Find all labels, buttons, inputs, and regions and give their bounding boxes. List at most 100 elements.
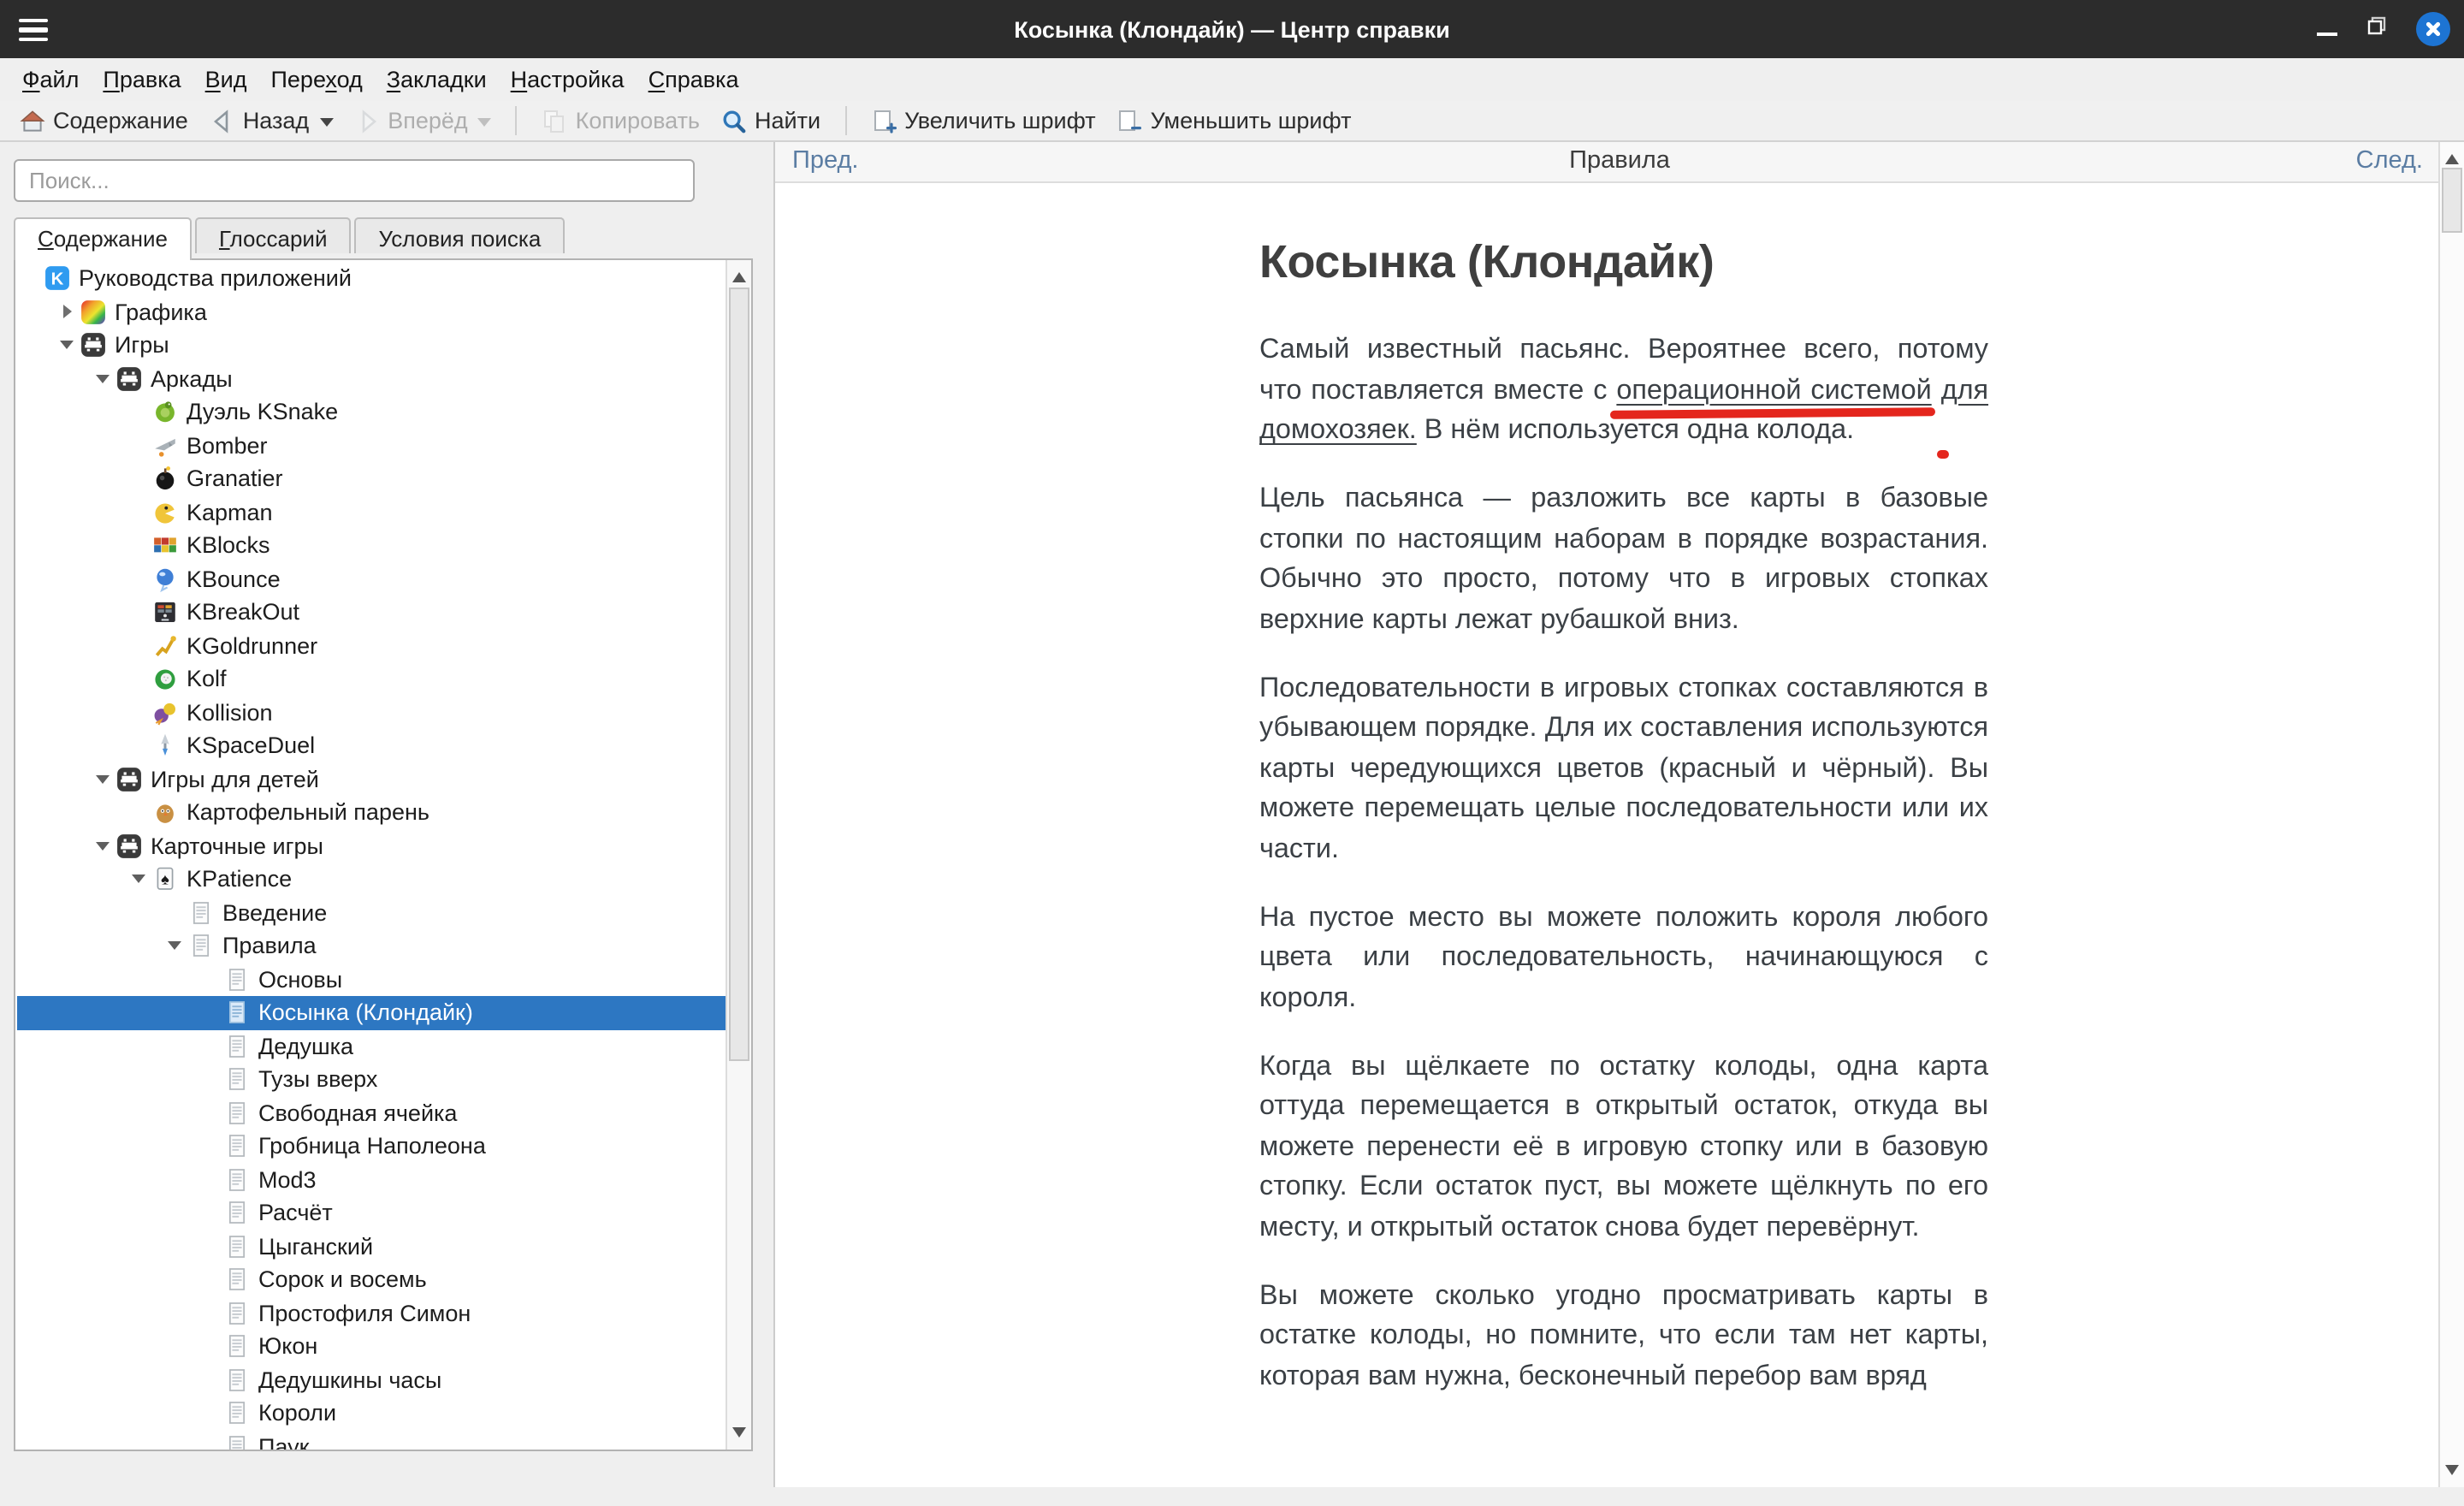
contents-icon (19, 107, 46, 134)
tree-scrollbar[interactable] (726, 260, 751, 1450)
maximize-button[interactable] (2366, 14, 2387, 44)
expander-icon[interactable] (53, 335, 80, 357)
expander-icon[interactable] (161, 935, 188, 958)
tree-item[interactable]: Kapman (17, 495, 726, 529)
tree-item[interactable]: KBounce (17, 562, 726, 596)
tree-item[interactable]: Косынка (Клондайк) (17, 996, 726, 1029)
tree-item[interactable]: Дедушка (17, 1029, 726, 1063)
menu-settings[interactable]: Настройка (499, 62, 637, 98)
expander-icon[interactable] (125, 869, 152, 891)
copy-button[interactable]: Копировать (531, 104, 710, 138)
close-button[interactable] (2416, 12, 2450, 46)
expander-icon[interactable] (89, 368, 116, 390)
tree-item[interactable]: Bomber (17, 429, 726, 462)
scroll-down-button[interactable] (2440, 1463, 2464, 1484)
scrollbar-thumb[interactable] (729, 288, 749, 1061)
menu-edit[interactable]: Правка (91, 62, 192, 98)
tree-item[interactable]: Расчёт (17, 1196, 726, 1230)
games-icon (80, 333, 106, 359)
tree-item[interactable]: KSpaceDuel (17, 729, 726, 762)
decrease-font-button[interactable]: Уменьшить шрифт (1106, 104, 1362, 138)
tree-item[interactable]: KBreakOut (17, 596, 726, 629)
tab-search-terms[interactable]: Условия поиска (355, 217, 566, 253)
tree-item[interactable]: Сорок и восемь (17, 1263, 726, 1296)
tree-item[interactable]: KGoldrunner (17, 629, 726, 662)
tree-item[interactable]: Простофиля Симон (17, 1296, 726, 1330)
menu-help[interactable]: Справка (637, 62, 751, 98)
tree-item-label: Игры для детей (151, 767, 319, 792)
kgoldrunner-icon (152, 633, 178, 659)
doc-icon (224, 1434, 250, 1450)
tree-item[interactable]: Granatier (17, 462, 726, 495)
tree-item[interactable]: Гробница Наполеона (17, 1130, 726, 1163)
tree-item[interactable]: Дедушкины часы (17, 1363, 726, 1396)
contents-button[interactable]: Содержание (9, 104, 198, 138)
tree-item-label: Правила (222, 934, 317, 959)
scroll-up-button[interactable] (2440, 145, 2464, 166)
document-scrollbar[interactable] (2438, 142, 2464, 1487)
tree-item[interactable]: Игры (17, 329, 726, 362)
kollision-icon (152, 700, 178, 726)
doc-icon (224, 1067, 250, 1093)
menu-bookmarks[interactable]: Закладки (375, 62, 499, 98)
tree-item-label: Короли (258, 1401, 336, 1426)
scroll-down-button[interactable] (727, 1426, 751, 1446)
tree-item[interactable]: ♠KPatience (17, 863, 726, 896)
tree-item[interactable]: Дуэль KSnake (17, 395, 726, 429)
paragraph: Цель пасьянса — разложить все карты в ба… (1259, 479, 1988, 640)
back-button-dropdown[interactable] (319, 117, 333, 133)
forward-button-dropdown[interactable] (478, 117, 492, 133)
tree-item-label: Kollision (187, 700, 273, 726)
tree-item[interactable]: Паук (17, 1430, 726, 1450)
doc-icon (224, 1134, 250, 1159)
expander-icon[interactable] (89, 835, 116, 857)
red-underlined-text: операционной системой (1616, 374, 1931, 405)
tree-item[interactable]: Основы (17, 963, 726, 996)
forward-button[interactable]: Вперёд (343, 104, 477, 138)
tree-item[interactable]: Свободная ячейка (17, 1096, 726, 1130)
tab-glossary[interactable]: Глоссарий (195, 217, 352, 253)
tree-item[interactable]: Картофельный парень (17, 796, 726, 829)
tree-item-label: KBreakOut (187, 600, 299, 626)
scrollbar-thumb[interactable] (2442, 168, 2462, 233)
doc-icon (224, 1401, 250, 1426)
tree-item-label: Kapman (187, 500, 273, 525)
back-button[interactable]: Назад (198, 104, 319, 138)
scroll-up-button[interactable] (727, 264, 751, 284)
menu-file[interactable]: Файл (10, 62, 91, 98)
tree-item[interactable]: Введение (17, 896, 726, 929)
tree-item[interactable]: Mod3 (17, 1163, 726, 1196)
doc-icon (224, 1034, 250, 1059)
menu-go[interactable]: Переход (259, 62, 375, 98)
kbounce-icon (152, 566, 178, 592)
tree-item[interactable]: Короли (17, 1396, 726, 1430)
tree-item-label: Цыганский (258, 1234, 373, 1260)
menu-view[interactable]: Вид (193, 62, 259, 98)
tree-item[interactable]: Аркады (17, 362, 726, 395)
doc-icon (224, 1234, 250, 1260)
next-link[interactable]: След. (2356, 147, 2423, 175)
tree-item[interactable]: Цыганский (17, 1230, 726, 1263)
tab-contents[interactable]: Содержание (14, 217, 192, 260)
copy-icon (542, 107, 569, 134)
doc-icon (224, 1367, 250, 1393)
tree-item[interactable]: Карточные игры (17, 829, 726, 863)
potato-icon (152, 800, 178, 826)
search-input[interactable] (14, 159, 695, 202)
increase-font-button[interactable]: Увеличить шрифт (860, 104, 1105, 138)
expander-icon[interactable] (89, 768, 116, 791)
tree-item[interactable]: Графика (17, 295, 726, 329)
tree-item[interactable]: Игры для детей (17, 762, 726, 796)
tree-item[interactable]: Kolf (17, 662, 726, 696)
minimize-button[interactable] (2317, 22, 2337, 36)
tree-item[interactable]: Юкон (17, 1330, 726, 1363)
find-button[interactable]: Найти (710, 104, 831, 138)
tree-item[interactable]: KBlocks (17, 529, 726, 562)
tree-item[interactable]: Тузы вверх (17, 1063, 726, 1096)
expander-icon[interactable] (53, 305, 80, 319)
tree-item[interactable]: Kollision (17, 696, 726, 729)
tree-item-label: KGoldrunner (187, 633, 317, 659)
tree-item[interactable]: KРуководства приложений (17, 262, 726, 295)
tree-item[interactable]: Правила (17, 929, 726, 963)
doc-icon (224, 1000, 250, 1026)
